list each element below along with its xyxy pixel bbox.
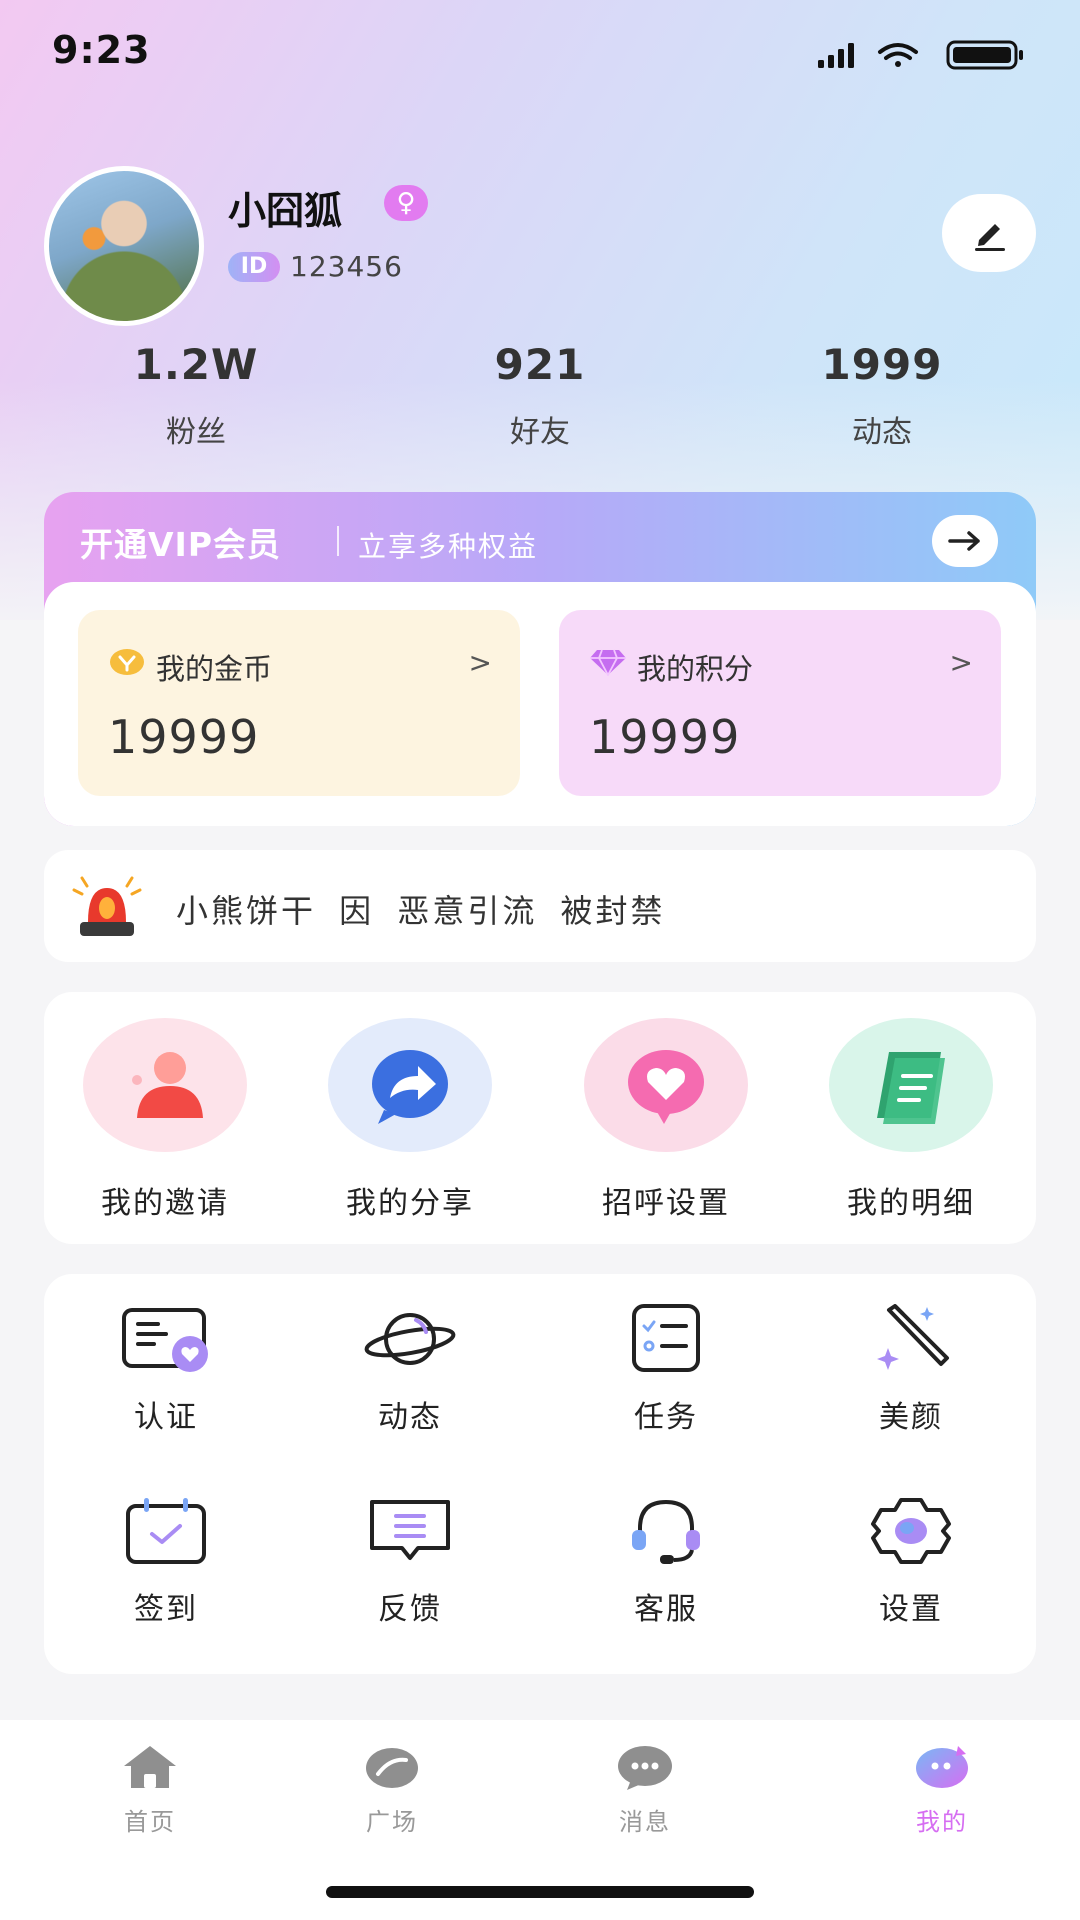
tool-posts[interactable]: 动态 — [310, 1304, 510, 1436]
tool-beauty[interactable]: 美颜 — [811, 1304, 1011, 1436]
tool-label: 反馈 — [378, 1592, 442, 1627]
signal-icon — [818, 43, 854, 68]
tool-label: 动态 — [378, 1400, 442, 1435]
feature-label: 我的邀请 — [101, 1186, 229, 1221]
tool-tasks[interactable]: 任务 — [566, 1304, 766, 1436]
feature-label: 招呼设置 — [602, 1186, 730, 1221]
plaza-icon — [366, 1748, 418, 1788]
status-icons — [818, 40, 1023, 70]
message-icon — [618, 1746, 672, 1790]
tool-label: 任务 — [634, 1400, 698, 1435]
beauty-wand-icon — [877, 1304, 949, 1370]
planet-icon — [364, 1313, 456, 1365]
tab-me[interactable]: 我的 — [862, 1744, 1022, 1837]
id-badge: ID — [228, 252, 280, 282]
feature-label: 我的分享 — [346, 1186, 474, 1221]
alarm-siren-icon — [72, 876, 142, 936]
feature-label: 我的明细 — [847, 1186, 975, 1221]
vip-open-button[interactable] — [932, 515, 998, 567]
female-gender-icon: ♀ — [384, 185, 428, 221]
stat-label: 动态 — [852, 415, 912, 450]
share-icon — [328, 1018, 492, 1152]
vip-title[interactable]: 开通VIP会员 — [80, 518, 281, 566]
chevron-right-icon: > — [468, 646, 492, 679]
tool-label: 认证 — [134, 1400, 198, 1435]
tool-checkin[interactable]: 签到 — [66, 1496, 266, 1628]
vip-divider — [337, 526, 339, 556]
verify-icon — [122, 1308, 208, 1372]
profile-tab-icon — [916, 1746, 968, 1788]
stat-friends[interactable]: 921 好友 — [420, 340, 660, 451]
tab-label: 消息 — [619, 1808, 671, 1836]
invite-icon — [83, 1018, 247, 1152]
tab-label: 我的 — [916, 1808, 968, 1836]
points-label: 我的积分 — [637, 652, 754, 686]
tool-verify[interactable]: 认证 — [66, 1304, 266, 1436]
coins-value: 19999 — [108, 710, 260, 764]
stat-value: 1999 — [821, 340, 943, 389]
username: 小囧狐 — [228, 189, 343, 233]
stat-value: 1.2W — [133, 340, 259, 389]
edit-profile-button[interactable] — [942, 194, 1036, 272]
tool-label: 签到 — [134, 1592, 198, 1627]
my-coins-card[interactable]: 我的金币 > 19999 — [78, 610, 520, 796]
feature-greeting-settings[interactable]: 招呼设置 — [566, 1018, 766, 1222]
coin-icon — [110, 649, 144, 675]
feature-my-share[interactable]: 我的分享 — [310, 1018, 510, 1222]
gear-icon — [871, 1498, 951, 1564]
feature-my-invite[interactable]: 我的邀请 — [65, 1018, 265, 1222]
tool-customer-service[interactable]: 客服 — [566, 1496, 766, 1628]
battery-icon — [946, 40, 1023, 70]
notice-text: 小熊饼干 因 恶意引流 被封禁 — [176, 892, 666, 930]
feedback-icon — [370, 1500, 450, 1560]
stat-followers[interactable]: 1.2W 粉丝 — [76, 340, 316, 451]
tab-messages[interactable]: 消息 — [565, 1744, 725, 1837]
chevron-right-icon: > — [949, 646, 973, 679]
stat-label: 粉丝 — [166, 415, 226, 450]
headset-icon — [632, 1499, 700, 1564]
arrow-right-icon — [948, 531, 980, 551]
greeting-icon — [584, 1018, 748, 1152]
tool-label: 美颜 — [879, 1400, 943, 1435]
wifi-icon — [878, 43, 918, 67]
tab-label: 广场 — [366, 1808, 418, 1836]
tab-home[interactable]: 首页 — [70, 1744, 230, 1837]
home-icon — [124, 1746, 176, 1788]
checkin-calendar-icon — [126, 1498, 206, 1564]
tool-feedback[interactable]: 反馈 — [310, 1496, 510, 1628]
vip-subtitle: 立享多种权益 — [358, 530, 539, 563]
pencil-icon — [975, 224, 1005, 251]
diamond-icon — [590, 649, 626, 676]
task-icon — [632, 1304, 700, 1372]
points-value: 19999 — [589, 710, 741, 764]
coins-label: 我的金币 — [156, 652, 273, 686]
tool-label: 客服 — [634, 1592, 698, 1627]
tab-plaza[interactable]: 广场 — [312, 1744, 472, 1837]
home-indicator[interactable] — [326, 1886, 754, 1898]
tab-label: 首页 — [124, 1808, 176, 1836]
user-id: 123456 — [290, 250, 403, 283]
details-icon — [829, 1018, 993, 1152]
tool-settings[interactable]: 设置 — [811, 1496, 1011, 1628]
status-time: 9:23 — [52, 28, 151, 72]
my-points-card[interactable]: 我的积分 > 19999 — [559, 610, 1001, 796]
stat-posts[interactable]: 1999 动态 — [762, 340, 1002, 451]
feature-my-details[interactable]: 我的明细 — [811, 1018, 1011, 1222]
tool-label: 设置 — [879, 1592, 943, 1627]
avatar[interactable] — [44, 166, 204, 326]
stat-label: 好友 — [510, 415, 570, 450]
stat-value: 921 — [494, 340, 586, 389]
